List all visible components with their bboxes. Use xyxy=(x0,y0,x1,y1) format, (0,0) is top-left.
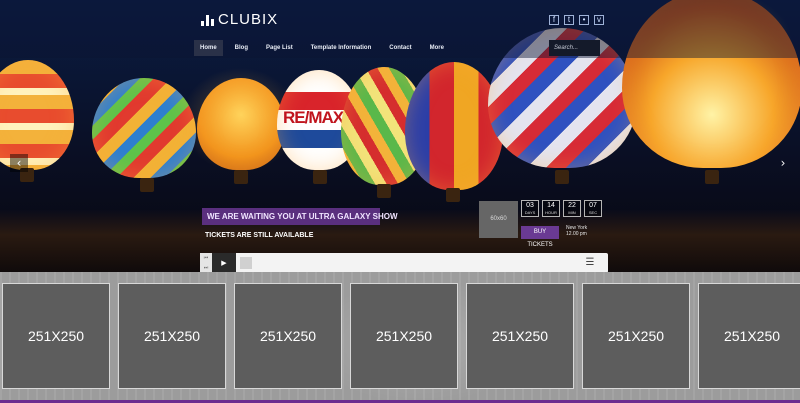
slider-prev-button[interactable]: ‹ xyxy=(10,154,28,172)
nav-item-home[interactable]: Home xyxy=(194,40,223,56)
prev-track-icon[interactable]: ⏮ ⏭ xyxy=(200,253,212,273)
balloon-basket xyxy=(234,170,248,184)
balloon-basket xyxy=(377,184,391,198)
countdown-days: 03 DAYS xyxy=(521,200,539,217)
nav-item-more[interactable]: More xyxy=(424,40,450,56)
gallery-tile[interactable]: 251X250 xyxy=(2,283,110,389)
gallery-tile[interactable]: 251X250 xyxy=(350,283,458,389)
countdown-seconds: 07 SEC xyxy=(584,200,602,217)
header: CLUBIX f t • v Home Blog Page List Templ… xyxy=(0,0,800,58)
flickr-icon[interactable]: • xyxy=(579,15,589,25)
balloon-basket xyxy=(446,188,460,202)
gallery-tile[interactable]: 251X250 xyxy=(234,283,342,389)
balloon-logo-text: RE/MAX xyxy=(283,108,344,127)
balloon-basket xyxy=(705,170,719,184)
slide-title: WE ARE WAITING YOU AT ULTRA GALAXY SHOW xyxy=(202,208,398,225)
facebook-icon[interactable]: f xyxy=(549,15,559,25)
nav-item-blog[interactable]: Blog xyxy=(229,40,254,56)
volume-icon[interactable] xyxy=(240,257,252,269)
logo[interactable]: CLUBIX xyxy=(201,11,278,28)
balloon-basket xyxy=(313,170,327,184)
playlist-menu-icon[interactable]: ☰ xyxy=(582,255,598,271)
countdown-minutes: 22 MIN xyxy=(563,200,581,217)
audio-player: ⏮ ⏭ ▶ ☰ xyxy=(200,253,608,273)
play-button[interactable]: ▶ xyxy=(212,253,236,273)
gallery-tile[interactable]: 251X250 xyxy=(466,283,574,389)
balloon-basket xyxy=(555,170,569,184)
page: { "site": {"logo_text": "CLUBIX"}, "nav"… xyxy=(0,0,800,403)
gallery-tile[interactable]: 251X250 xyxy=(698,283,800,389)
gallery-tile[interactable]: 251X250 xyxy=(582,283,690,389)
nav-item-template-information[interactable]: Template Information xyxy=(305,40,378,56)
balloon xyxy=(405,62,503,190)
vimeo-icon[interactable]: v xyxy=(594,15,604,25)
balloon-basket xyxy=(140,178,154,192)
equalizer-icon xyxy=(201,14,215,26)
nav-item-page-list[interactable]: Page List xyxy=(260,40,299,56)
logo-text: CLUBIX xyxy=(218,11,279,28)
twitter-icon[interactable]: t xyxy=(564,15,574,25)
social-links: f t • v xyxy=(549,15,604,25)
slider-next-button[interactable]: › xyxy=(774,154,792,172)
balloon xyxy=(197,78,285,170)
event-location-time: New York 12.00 pm xyxy=(566,225,587,237)
balloon xyxy=(92,78,196,178)
gallery-tile[interactable]: 251X250 xyxy=(118,283,226,389)
event-time: 12.00 pm xyxy=(566,231,587,237)
buy-tickets-button[interactable]: BUY TICKETS xyxy=(521,226,559,248)
gallery-tiles: 251X250 251X250 251X250 251X250 251X250 … xyxy=(2,283,800,389)
slide-subtitle: TICKETS ARE STILL AVAILABLE xyxy=(205,232,314,239)
countdown-hours: 14 HOUR xyxy=(542,200,560,217)
gallery: 251X250 251X250 251X250 251X250 251X250 … xyxy=(0,272,800,403)
search-input[interactable]: Search... xyxy=(549,40,600,56)
event-thumbnail: 60x60 xyxy=(479,201,518,238)
countdown: 03 DAYS 14 HOUR 22 MIN 07 SEC xyxy=(521,200,602,217)
nav-item-contact[interactable]: Contact xyxy=(383,40,417,56)
